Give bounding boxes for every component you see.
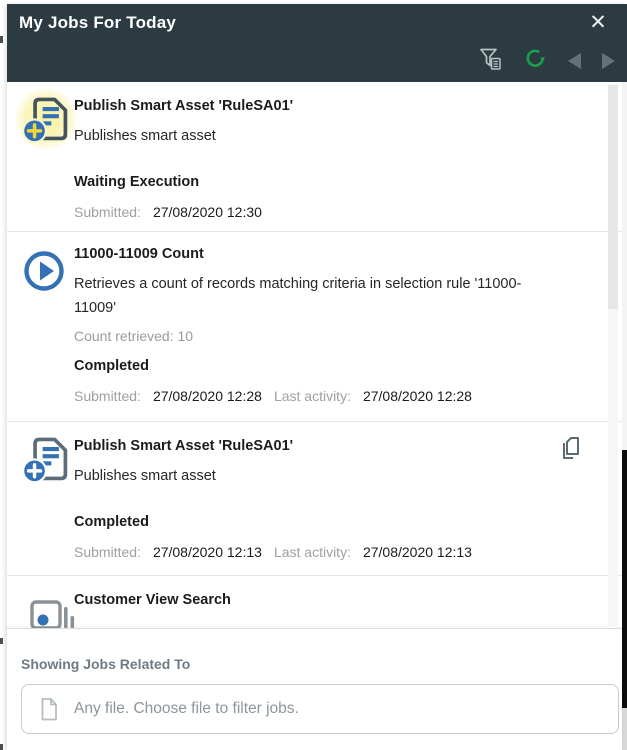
- file-filter-placeholder: Any file. Choose file to filter jobs.: [74, 700, 299, 718]
- customer-view-icon: [29, 592, 79, 628]
- job-description: Publishes smart asset: [74, 464, 552, 488]
- scrollbar-thumb[interactable]: [608, 85, 618, 309]
- job-title: Publish Smart Asset 'RuleSA01': [74, 96, 552, 116]
- next-page-button[interactable]: [602, 53, 615, 69]
- job-list: Publish Smart Asset 'RuleSA01' Publishes…: [7, 82, 622, 628]
- filter-jobs-button[interactable]: [478, 46, 503, 76]
- screen-background: My Jobs For Today ✕: [0, 0, 627, 750]
- filter-icon: [478, 46, 503, 76]
- job-icon-slot: [21, 248, 73, 304]
- submitted-value: 27/08/2020 12:28: [153, 386, 262, 406]
- job-title: Customer View Search: [74, 590, 552, 610]
- my-jobs-dialog: My Jobs For Today ✕: [7, 4, 627, 750]
- job-description: Retrieves a count of records matching cr…: [74, 272, 552, 320]
- dialog-header: My Jobs For Today ✕: [7, 4, 627, 82]
- last-activity-value: 27/08/2020 12:28: [363, 386, 472, 406]
- job-item[interactable]: Publish Smart Asset 'RuleSA01' Publishes…: [7, 422, 622, 576]
- job-status: Completed: [74, 512, 552, 532]
- arrow-left-icon: [568, 53, 581, 69]
- refresh-icon: [524, 47, 547, 75]
- background-artifact: [0, 744, 3, 750]
- scrollbar-track[interactable]: [608, 84, 618, 626]
- job-icon-slot: [21, 434, 73, 490]
- file-filter-input[interactable]: Any file. Choose file to filter jobs.: [21, 684, 619, 734]
- submitted-value: 27/08/2020 12:13: [153, 542, 262, 562]
- previous-page-button[interactable]: [568, 53, 581, 69]
- job-status: Completed: [74, 356, 552, 376]
- last-activity-label: Last activity:: [274, 542, 351, 562]
- arrow-right-icon: [602, 53, 615, 69]
- job-status: Waiting Execution: [74, 172, 552, 192]
- job-title: Publish Smart Asset 'RuleSA01': [74, 436, 552, 456]
- close-button[interactable]: ✕: [585, 10, 611, 36]
- smart-asset-publish-icon: [21, 94, 73, 146]
- last-activity-value: 27/08/2020 12:13: [363, 542, 472, 562]
- background-artifact: [0, 36, 3, 43]
- close-icon: ✕: [589, 11, 607, 34]
- last-activity-label: Last activity:: [274, 386, 351, 406]
- file-icon: [39, 697, 59, 722]
- job-result-detail: Count retrieved: 10: [74, 326, 552, 346]
- smart-asset-publish-icon: [21, 434, 73, 486]
- submitted-label: Submitted:: [74, 202, 141, 222]
- submitted-label: Submitted:: [74, 386, 141, 406]
- copy-job-button[interactable]: [559, 434, 583, 462]
- job-meta: Submitted: 27/08/2020 12:13 Last activit…: [74, 542, 552, 562]
- copy-icon: [559, 434, 583, 462]
- job-item[interactable]: Customer View Search: [7, 576, 622, 628]
- jobs-toolbar: [478, 48, 615, 74]
- submitted-value: 27/08/2020 12:30: [153, 202, 262, 222]
- background-artifact: [0, 638, 3, 644]
- job-item[interactable]: 11000-11009 Count Retrieves a count of r…: [7, 232, 622, 422]
- submitted-label: Submitted:: [74, 542, 141, 562]
- job-icon-slot: [21, 94, 73, 150]
- play-icon: [21, 248, 67, 294]
- job-meta: Submitted: 27/08/2020 12:30: [74, 202, 552, 222]
- job-item[interactable]: Publish Smart Asset 'RuleSA01' Publishes…: [7, 82, 622, 232]
- refresh-jobs-button[interactable]: [524, 47, 547, 75]
- job-description: Publishes smart asset: [74, 124, 552, 148]
- dialog-footer: Showing Jobs Related To Any file. Choose…: [7, 628, 622, 750]
- dialog-title: My Jobs For Today: [19, 13, 176, 33]
- job-title: 11000-11009 Count: [74, 244, 552, 264]
- job-meta: Submitted: 27/08/2020 12:28 Last activit…: [74, 386, 552, 406]
- job-icon-slot: [29, 592, 79, 628]
- showing-jobs-related-to-label: Showing Jobs Related To: [21, 655, 608, 673]
